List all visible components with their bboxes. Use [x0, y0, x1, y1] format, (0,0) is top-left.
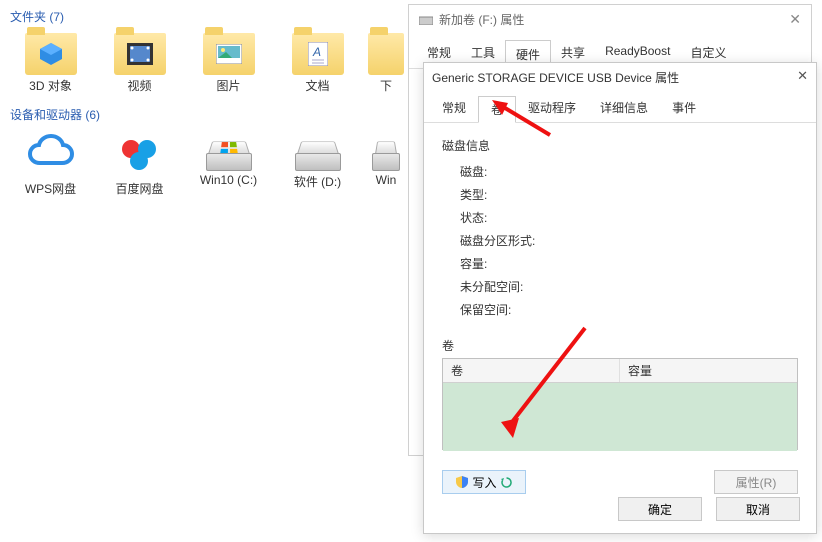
- dialog-title: Generic STORAGE DEVICE USB Device 属性: [432, 69, 679, 86]
- row-disk: 磁盘:: [442, 160, 798, 183]
- drive-grid: WPS网盘 百度网盘 Win10 (C:) 软件 (D:) Win: [0, 127, 430, 201]
- film-icon: [127, 43, 153, 65]
- populate-button[interactable]: 写入: [442, 470, 526, 494]
- disk-info-title: 磁盘信息: [442, 137, 798, 154]
- property-button[interactable]: 属性(R): [714, 470, 798, 494]
- cancel-button[interactable]: 取消: [716, 497, 800, 521]
- tab-events[interactable]: 事件: [660, 95, 708, 122]
- volumes-title: 卷: [442, 337, 798, 354]
- drive-small-icon: [419, 15, 433, 25]
- col-volume[interactable]: 卷: [443, 359, 620, 382]
- volumes-table[interactable]: 卷 容量: [442, 358, 798, 450]
- disk-info-group: 磁盘信息 磁盘: 类型: 状态: 磁盘分区形式: 容量: 未分配空间: 保留空间…: [442, 133, 798, 331]
- row-type: 类型:: [442, 183, 798, 206]
- ok-button[interactable]: 确定: [618, 497, 702, 521]
- svg-text:A: A: [312, 45, 321, 59]
- volumes-body: [443, 383, 797, 451]
- cloud-icon: [24, 131, 78, 175]
- folder-documents[interactable]: A 文档: [275, 33, 360, 94]
- row-capacity: 容量:: [442, 252, 798, 275]
- folder-pictures[interactable]: 图片: [186, 33, 271, 94]
- row-status: 状态:: [442, 206, 798, 229]
- col-capacity[interactable]: 容量: [620, 359, 797, 382]
- cube-icon: [38, 41, 64, 67]
- row-partition: 磁盘分区形式:: [442, 229, 798, 252]
- tab-general[interactable]: 常规: [430, 95, 478, 122]
- shield-icon: [456, 476, 468, 488]
- folder-3d-objects[interactable]: 3D 对象: [8, 33, 93, 94]
- baidu-icon: [113, 131, 167, 175]
- picture-icon: [216, 44, 242, 64]
- doc-icon: A: [308, 42, 328, 66]
- dialog-title: 新加卷 (F:) 属性: [439, 5, 524, 35]
- row-unalloc: 未分配空间:: [442, 275, 798, 298]
- file-explorer-pane: 文件夹 (7) 3D 对象 视频 图片 A 文档 下 设备和驱动器 (6): [0, 0, 430, 201]
- drives-header: 设备和驱动器 (6): [0, 98, 430, 127]
- row-reserved: 保留空间:: [442, 298, 798, 321]
- folder-downloads-partial[interactable]: 下: [364, 33, 408, 94]
- tab-strip-front: 常规 卷 驱动程序 详细信息 事件: [424, 91, 816, 123]
- properties-dialog-device: Generic STORAGE DEVICE USB Device 属性 ✕ 常…: [423, 62, 817, 534]
- close-icon[interactable]: ✕: [797, 68, 808, 84]
- drive-d[interactable]: 软件 (D:): [275, 131, 360, 197]
- drive-wps[interactable]: WPS网盘: [8, 131, 93, 197]
- tab-driver[interactable]: 驱动程序: [516, 95, 588, 122]
- folders-header: 文件夹 (7): [0, 0, 430, 29]
- tab-volumes[interactable]: 卷: [478, 96, 516, 123]
- populate-label: 写入: [472, 474, 496, 491]
- drive-c[interactable]: Win10 (C:): [186, 131, 271, 197]
- refresh-icon: [501, 477, 512, 488]
- volumes-group: 卷 卷 容量: [442, 337, 798, 450]
- drive-baidu[interactable]: 百度网盘: [97, 131, 182, 197]
- folder-videos[interactable]: 视频: [97, 33, 182, 94]
- folder-grid: 3D 对象 视频 图片 A 文档 下: [0, 29, 430, 98]
- tab-details[interactable]: 详细信息: [588, 95, 660, 122]
- close-icon[interactable]: ✕: [789, 11, 801, 28]
- drive-partial[interactable]: Win: [364, 131, 408, 197]
